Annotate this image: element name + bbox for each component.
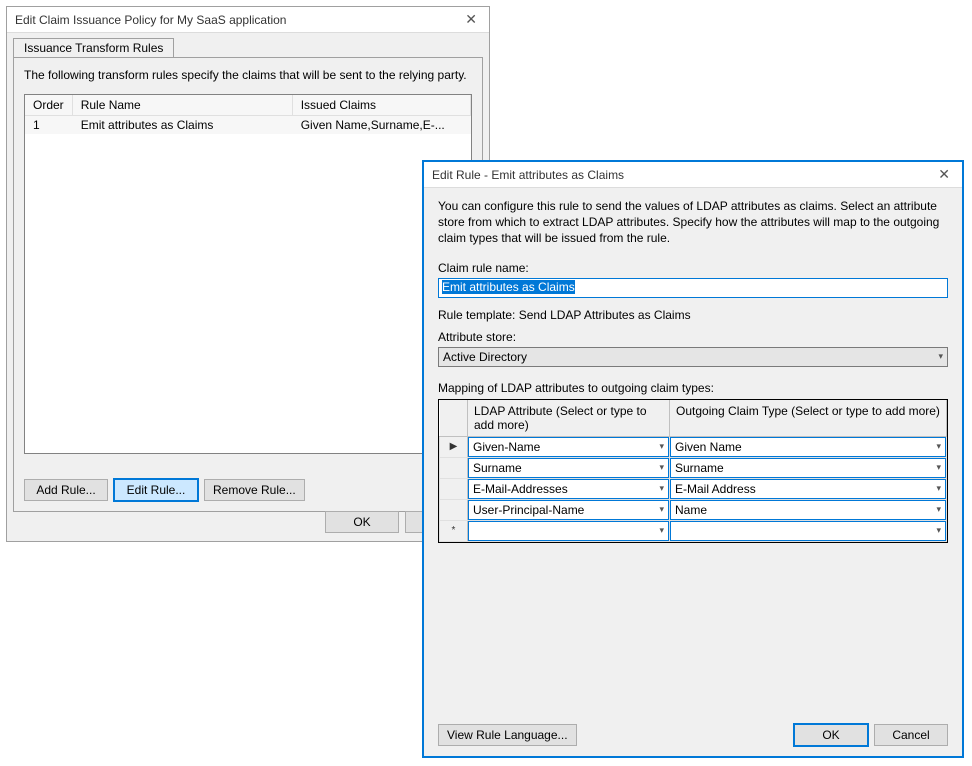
edit-rule-dialog: Edit Rule - Emit attributes as Claims ✕ … [422, 160, 964, 758]
table-row[interactable]: 1 Emit attributes as Claims Given Name,S… [25, 115, 471, 134]
chevron-down-icon: ▾ [936, 525, 941, 536]
row-new-marker-icon: * [440, 520, 468, 541]
col-header-order[interactable]: Order [25, 95, 72, 115]
dlg2-title: Edit Rule - Emit attributes as Claims [430, 168, 624, 182]
mapping-row[interactable]: Surname▾ Surname▾ [440, 457, 947, 478]
chevron-down-icon: ▾ [659, 462, 664, 473]
chevron-down-icon: ▾ [659, 504, 664, 515]
mapping-header-claim[interactable]: Outgoing Claim Type (Select or type to a… [670, 400, 947, 437]
claim-rule-name-value: Emit attributes as Claims [442, 280, 575, 294]
cell-issued: Given Name,Surname,E-... [292, 115, 470, 134]
chevron-down-icon: ▾ [938, 351, 943, 362]
mapping-header-ldap[interactable]: LDAP Attribute (Select or type to add mo… [468, 400, 670, 437]
dlg1-intro: The following transform rules specify th… [24, 68, 472, 82]
dlg1-titlebar[interactable]: Edit Claim Issuance Policy for My SaaS a… [7, 7, 489, 33]
dlg2-body: You can configure this rule to send the … [424, 188, 962, 553]
claim-issuance-policy-dialog: Edit Claim Issuance Policy for My SaaS a… [6, 6, 490, 542]
rule-template-text: Rule template: Send LDAP Attributes as C… [438, 308, 948, 322]
claim-type-combo[interactable]: E-Mail Address▾ [670, 479, 946, 499]
col-header-rule-name[interactable]: Rule Name [72, 95, 292, 115]
tab-issuance-transform-rules[interactable]: Issuance Transform Rules [13, 38, 174, 58]
chevron-down-icon: ▾ [659, 483, 664, 494]
mapping-row[interactable]: E-Mail-Addresses▾ E-Mail Address▾ [440, 478, 947, 499]
claim-type-combo[interactable]: ▾ [670, 521, 946, 541]
dlg2-cancel-button[interactable]: Cancel [874, 724, 948, 746]
rules-table[interactable]: Order Rule Name Issued Claims 1 Emit att… [24, 94, 472, 454]
mapping-row[interactable]: ▶ Given-Name▾ Given Name▾ [440, 436, 947, 457]
chevron-down-icon: ▾ [659, 525, 664, 536]
label-claim-rule-name: Claim rule name: [438, 261, 948, 275]
dlg1-rule-buttons: Add Rule... Edit Rule... Remove Rule... [24, 479, 305, 501]
ldap-attr-combo[interactable]: Given-Name▾ [468, 437, 669, 457]
view-rule-language-button[interactable]: View Rule Language... [438, 724, 577, 746]
dlg1-title: Edit Claim Issuance Policy for My SaaS a… [13, 13, 286, 27]
dlg2-intro: You can configure this rule to send the … [438, 198, 948, 247]
ldap-attr-combo[interactable]: Surname▾ [468, 458, 669, 478]
ldap-attr-combo[interactable]: ▾ [468, 521, 669, 541]
cell-rule-name: Emit attributes as Claims [72, 115, 292, 134]
label-attribute-store: Attribute store: [438, 330, 948, 344]
dlg2-ok-button[interactable]: OK [794, 724, 868, 746]
claim-type-combo[interactable]: Name▾ [670, 500, 946, 520]
label-mapping: Mapping of LDAP attributes to outgoing c… [438, 381, 948, 395]
chevron-down-icon: ▾ [936, 483, 941, 494]
remove-rule-button[interactable]: Remove Rule... [204, 479, 305, 501]
attribute-store-value: Active Directory [443, 350, 527, 364]
chevron-down-icon: ▾ [936, 441, 941, 452]
close-icon[interactable]: ✕ [459, 11, 483, 28]
mapping-row[interactable]: User-Principal-Name▾ Name▾ [440, 499, 947, 520]
dlg1-tab-pane: The following transform rules specify th… [13, 57, 483, 512]
dlg1-tabs: Issuance Transform Rules [7, 33, 489, 57]
ldap-attr-combo[interactable]: User-Principal-Name▾ [468, 500, 669, 520]
chevron-down-icon: ▾ [936, 504, 941, 515]
claim-rule-name-input[interactable]: Emit attributes as Claims [438, 278, 948, 298]
dlg2-footer: View Rule Language... OK Cancel [438, 724, 948, 746]
edit-rule-button[interactable]: Edit Rule... [114, 479, 198, 501]
chevron-down-icon: ▾ [936, 462, 941, 473]
mapping-header-selector [440, 400, 468, 437]
close-icon[interactable]: ✕ [932, 166, 956, 183]
claim-type-combo[interactable]: Surname▾ [670, 458, 946, 478]
dlg2-titlebar[interactable]: Edit Rule - Emit attributes as Claims ✕ [424, 162, 962, 188]
mapping-row-new[interactable]: * ▾ ▾ [440, 520, 947, 541]
col-header-issued-claims[interactable]: Issued Claims [292, 95, 470, 115]
cell-order: 1 [25, 115, 72, 134]
claim-type-combo[interactable]: Given Name▾ [670, 437, 946, 457]
ldap-attr-combo[interactable]: E-Mail-Addresses▾ [468, 479, 669, 499]
chevron-down-icon: ▾ [659, 441, 664, 452]
dlg1-ok-button[interactable]: OK [325, 511, 399, 533]
mapping-grid[interactable]: LDAP Attribute (Select or type to add mo… [438, 399, 948, 543]
add-rule-button[interactable]: Add Rule... [24, 479, 108, 501]
row-current-marker-icon: ▶ [440, 436, 468, 457]
attribute-store-combo[interactable]: Active Directory ▾ [438, 347, 948, 367]
